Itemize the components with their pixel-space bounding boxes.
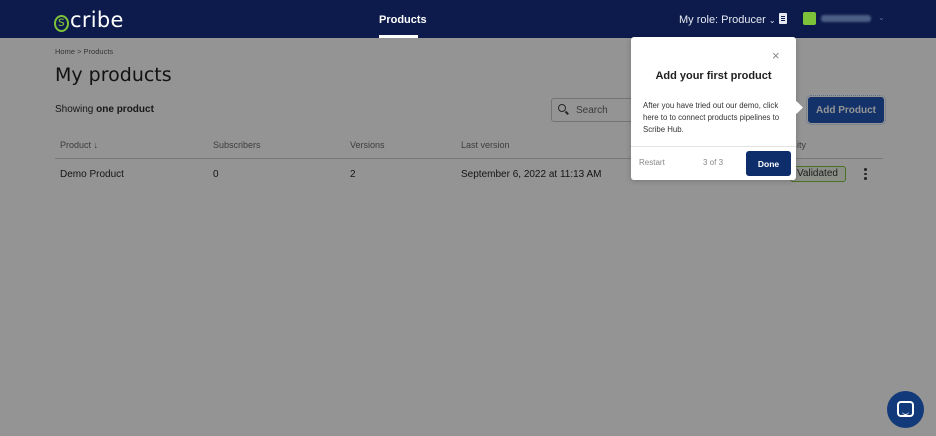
scribe-logo[interactable]: s cribe: [54, 8, 124, 32]
close-icon[interactable]: ×: [772, 49, 780, 62]
user-name-redacted[interactable]: [821, 15, 871, 22]
tour-done-button[interactable]: Done: [746, 151, 791, 176]
logo-letter: s: [54, 15, 69, 32]
tooltip-body: After you have tried out our demo, click…: [643, 101, 780, 134]
tooltip-title: Add your first product: [655, 70, 772, 82]
tour-restart-link[interactable]: Restart: [639, 158, 665, 167]
role-label: My role: Producer: [679, 14, 766, 26]
top-navigation: s cribe Products My role: Producer ⌄ ⌄: [0, 0, 936, 38]
document-icon[interactable]: [779, 13, 787, 24]
role-selector[interactable]: My role: Producer ⌄: [679, 14, 776, 26]
chevron-down-icon: ⌄: [768, 16, 776, 25]
tour-tooltip: × Add your first product After you have …: [631, 37, 803, 180]
tour-step-counter: 3 of 3: [703, 158, 724, 167]
user-menu-chevron-icon[interactable]: ⌄: [878, 13, 885, 22]
tooltip-footer-divider: [631, 146, 796, 147]
chat-launcher-button[interactable]: [887, 391, 924, 428]
logo-text: cribe: [70, 8, 124, 32]
avatar[interactable]: [803, 12, 816, 25]
nav-products-link[interactable]: Products: [379, 14, 427, 26]
chat-icon: [897, 401, 914, 417]
